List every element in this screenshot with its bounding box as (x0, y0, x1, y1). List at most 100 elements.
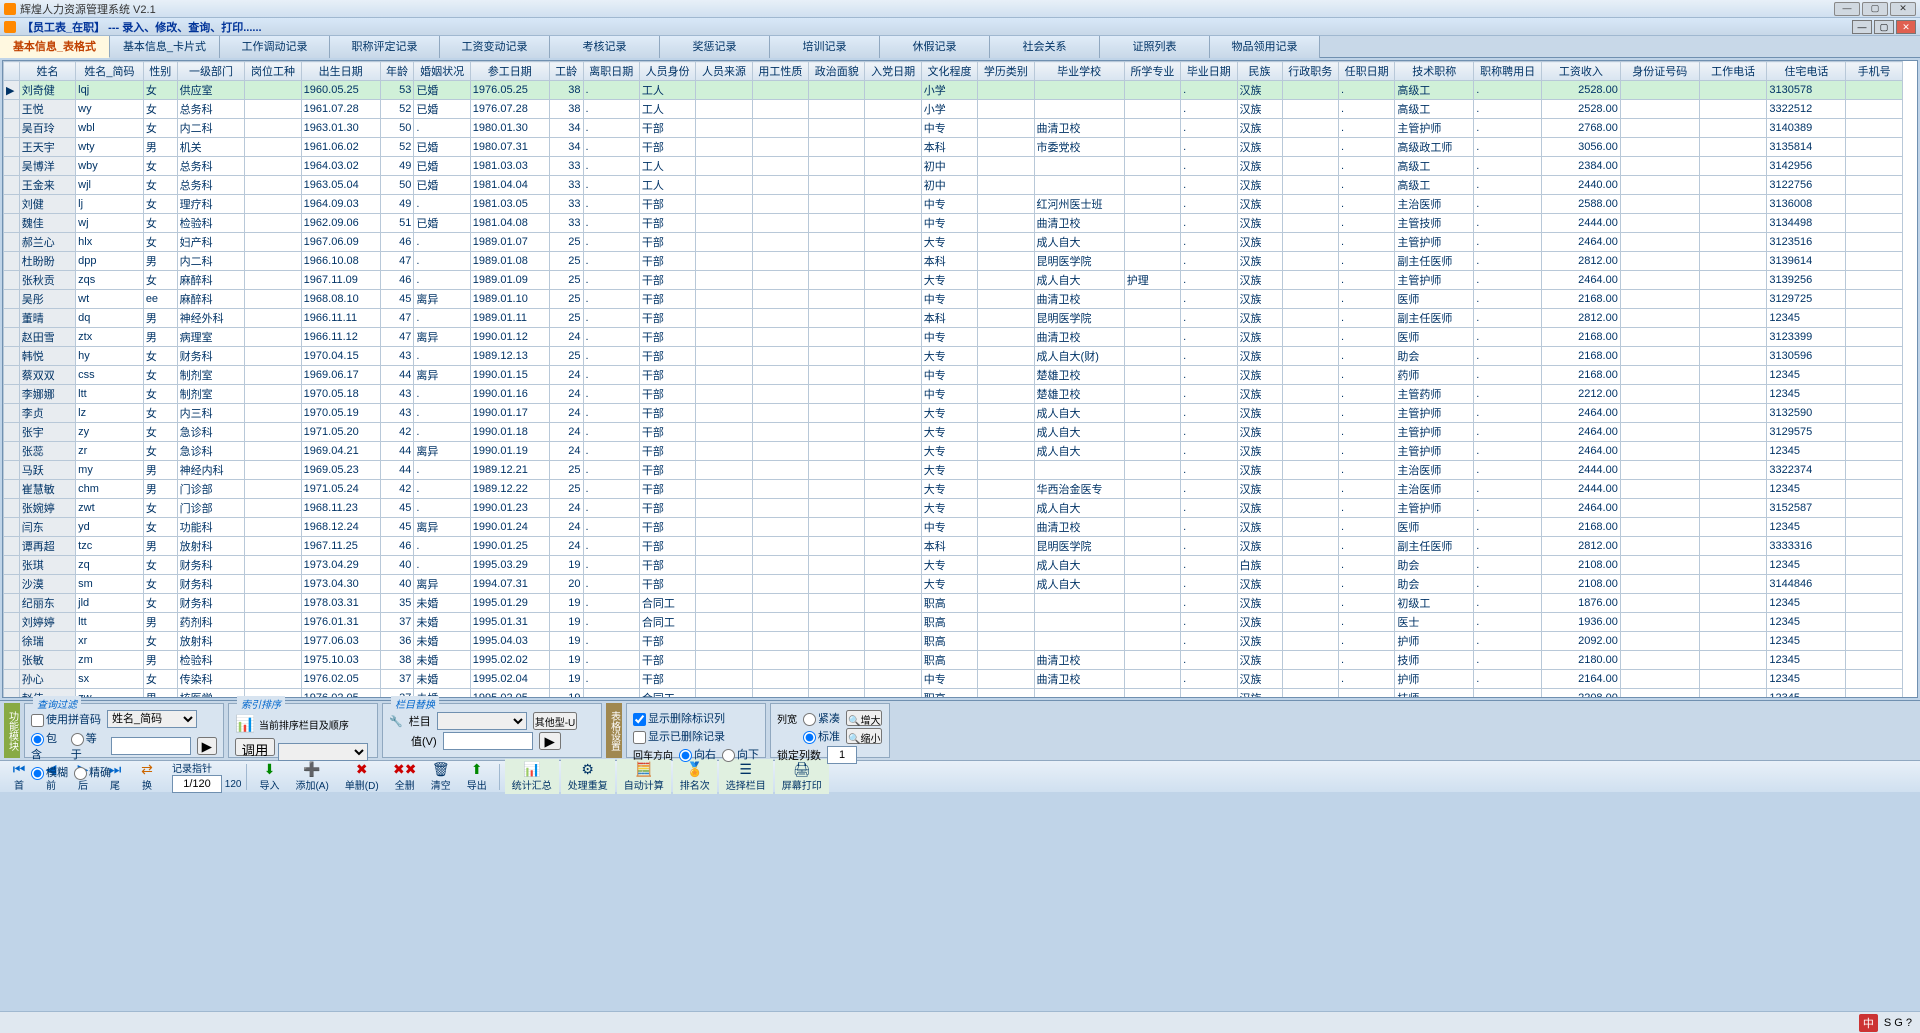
cell[interactable] (752, 176, 808, 195)
cell[interactable]: 制剂室 (177, 385, 245, 404)
cell[interactable]: 女 (143, 632, 177, 651)
cell[interactable]: 3139256 (1767, 271, 1846, 290)
cell[interactable] (1620, 157, 1699, 176)
cell[interactable]: . (1338, 575, 1394, 594)
cell[interactable] (1699, 309, 1767, 328)
cell[interactable]: 2164.00 (1541, 670, 1620, 689)
cell[interactable]: 1973.04.30 (301, 575, 380, 594)
cell[interactable]: 24 (549, 537, 583, 556)
cell[interactable]: . (1338, 176, 1394, 195)
cell[interactable]: tzc (76, 537, 144, 556)
cell[interactable] (245, 233, 301, 252)
cell[interactable]: 女 (143, 670, 177, 689)
sub-minimize-button[interactable]: — (1852, 20, 1872, 34)
cell[interactable]: 汉族 (1237, 480, 1282, 499)
cell[interactable]: 24 (549, 518, 583, 537)
cell[interactable]: . (1338, 670, 1394, 689)
cell[interactable] (1620, 689, 1699, 699)
cell[interactable] (1846, 632, 1903, 651)
cell[interactable]: 楚雄卫校 (1034, 385, 1124, 404)
cell[interactable] (1282, 290, 1338, 309)
cell[interactable]: 1990.01.23 (470, 499, 549, 518)
cell[interactable]: 汉族 (1237, 423, 1282, 442)
cell[interactable] (865, 138, 921, 157)
auto-button[interactable]: 🧮自动计算 (617, 759, 671, 794)
tab-5[interactable]: 考核记录 (550, 36, 660, 58)
cell[interactable]: 曲清卫校 (1034, 214, 1124, 233)
cell[interactable] (752, 195, 808, 214)
cell[interactable] (1699, 518, 1767, 537)
cell[interactable] (809, 575, 865, 594)
cell[interactable] (978, 100, 1034, 119)
cell[interactable]: 副主任医师 (1395, 537, 1474, 556)
cell[interactable]: 2212.00 (1541, 385, 1620, 404)
cell[interactable] (1699, 214, 1767, 233)
cell[interactable] (865, 461, 921, 480)
cell[interactable] (1699, 366, 1767, 385)
cell[interactable] (1124, 176, 1180, 195)
nav-first-button[interactable]: ⏮首 (4, 759, 34, 794)
cell[interactable] (1620, 594, 1699, 613)
cell[interactable]: . (1338, 366, 1394, 385)
cell[interactable]: lqj (76, 81, 144, 100)
cell[interactable]: . (583, 81, 639, 100)
cell[interactable]: 19 (549, 594, 583, 613)
cell[interactable]: 1966.10.08 (301, 252, 380, 271)
cell[interactable] (1034, 461, 1124, 480)
cell[interactable]: 3134498 (1767, 214, 1846, 233)
cell[interactable] (1282, 575, 1338, 594)
cell[interactable] (245, 499, 301, 518)
cell[interactable]: 中专 (921, 214, 977, 233)
table-row[interactable]: 吴彤wtee麻醉科1968.08.1045离异1989.01.1025.干部中专… (4, 290, 1903, 309)
cell[interactable] (809, 689, 865, 699)
sort-select[interactable] (278, 743, 368, 761)
cell[interactable]: 46 (380, 233, 414, 252)
cell[interactable]: . (1474, 423, 1542, 442)
cell[interactable]: 昆明医学院 (1034, 309, 1124, 328)
cell[interactable]: 1969.04.21 (301, 442, 380, 461)
cell[interactable]: . (1474, 195, 1542, 214)
cell[interactable]: 昆明医学院 (1034, 537, 1124, 556)
cell[interactable] (1699, 423, 1767, 442)
enter-right-radio[interactable]: 向右 (679, 746, 716, 762)
cell[interactable] (809, 176, 865, 195)
cell[interactable] (245, 366, 301, 385)
cell[interactable] (696, 100, 752, 119)
cell[interactable]: 崔慧敏 (19, 480, 75, 499)
cell[interactable] (865, 81, 921, 100)
cell[interactable]: 3322512 (1767, 100, 1846, 119)
cell[interactable] (245, 651, 301, 670)
cell[interactable]: . (1474, 100, 1542, 119)
cell[interactable]: 中专 (921, 385, 977, 404)
cell[interactable] (978, 366, 1034, 385)
cell[interactable] (245, 119, 301, 138)
cell[interactable] (809, 119, 865, 138)
cell[interactable] (809, 423, 865, 442)
cell[interactable] (978, 670, 1034, 689)
cell[interactable]: 主管护师 (1395, 271, 1474, 290)
cell[interactable]: . (1181, 309, 1237, 328)
cell[interactable]: 离异 (414, 442, 470, 461)
cell[interactable] (752, 442, 808, 461)
cell[interactable]: . (1474, 366, 1542, 385)
cell[interactable]: 医师 (1395, 290, 1474, 309)
cell[interactable] (1124, 442, 1180, 461)
cell[interactable]: 25 (549, 290, 583, 309)
cell[interactable] (752, 290, 808, 309)
cell[interactable]: 49 (380, 157, 414, 176)
cell[interactable]: 40 (380, 575, 414, 594)
cell[interactable] (978, 233, 1034, 252)
cell[interactable] (978, 689, 1034, 699)
cell[interactable] (1282, 309, 1338, 328)
cell[interactable]: 检验科 (177, 651, 245, 670)
cell[interactable] (809, 632, 865, 651)
cell[interactable] (809, 518, 865, 537)
col-header[interactable]: 职称聘用日 (1474, 62, 1542, 81)
cell[interactable]: 理疗科 (177, 195, 245, 214)
side-label-settings[interactable]: 表格设置 (606, 703, 622, 758)
cell[interactable] (1846, 442, 1903, 461)
filter-equal-radio[interactable]: 等于 (71, 730, 105, 762)
cell[interactable]: . (1338, 651, 1394, 670)
cell[interactable] (978, 518, 1034, 537)
cell[interactable] (752, 233, 808, 252)
